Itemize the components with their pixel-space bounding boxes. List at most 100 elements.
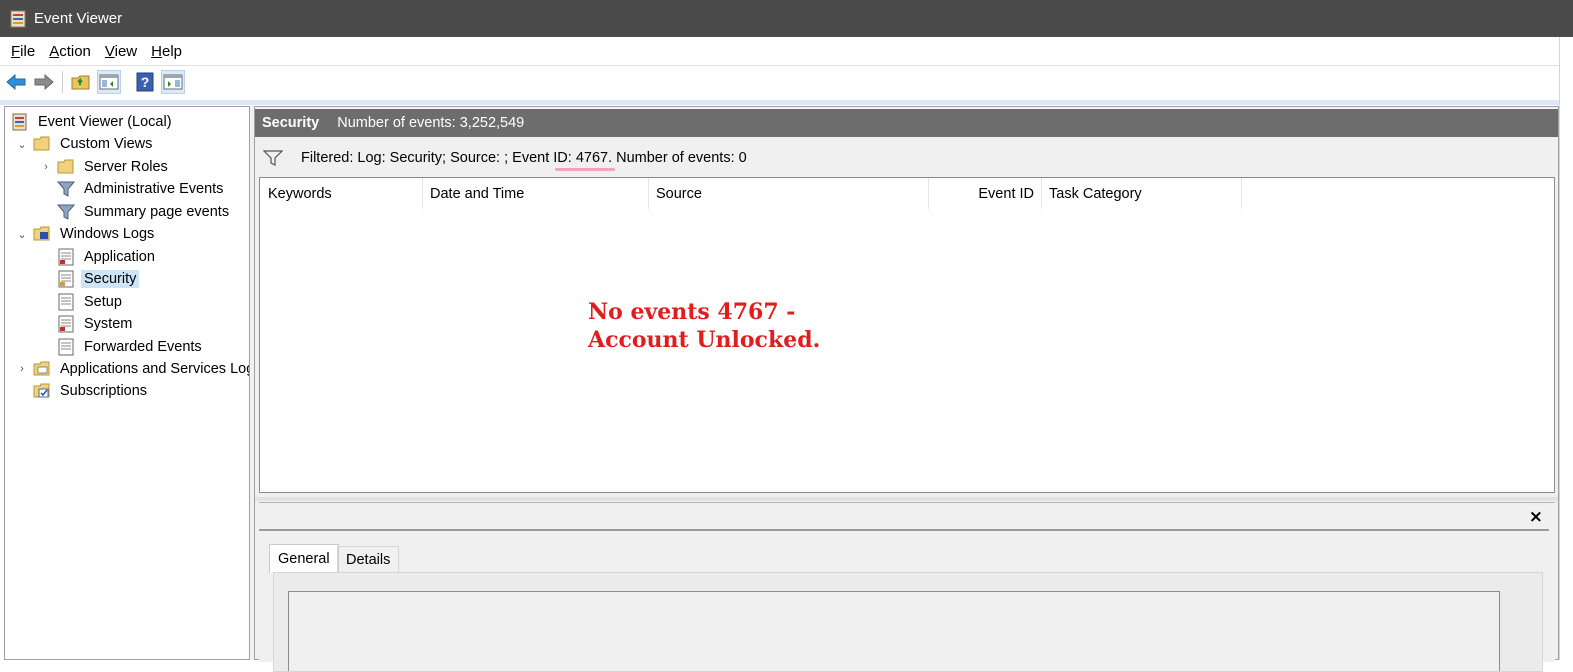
column-label: Date and Time [430, 185, 525, 202]
event-viewer-icon [12, 113, 27, 131]
tree-item-system[interactable]: System [57, 313, 135, 335]
folder-icon [33, 361, 50, 376]
tree-item-application[interactable]: Application [57, 246, 158, 268]
tree-item-custom-views[interactable]: ⌄ Custom Views [15, 133, 155, 155]
tree-label: Windows Logs [60, 226, 155, 242]
filter-description: Filtered: Log: Security; Source: ; Event… [301, 150, 747, 166]
annotation-line: No events 4767 - [588, 299, 796, 325]
log-icon [58, 270, 74, 288]
tree-label: Custom Views [60, 136, 153, 152]
tree-label: Application [84, 249, 155, 265]
chevron-down-icon[interactable]: ⌄ [15, 138, 29, 151]
menu-action[interactable]: Action [42, 43, 98, 60]
open-folder-icon [71, 75, 90, 89]
filter-funnel-icon [57, 204, 75, 220]
tree-label: Summary page events [84, 204, 230, 220]
menu-view[interactable]: View [98, 43, 144, 60]
tab-general[interactable]: General [269, 544, 339, 573]
subscriptions-icon [33, 383, 50, 398]
log-icon [58, 248, 74, 266]
column-task-category[interactable]: Task Category [1042, 178, 1242, 209]
tree-item-summary-page-events[interactable]: Summary page events [57, 201, 232, 223]
window-title: Event Viewer [34, 10, 123, 27]
forward-button[interactable] [32, 70, 56, 94]
window-right-edge [1559, 37, 1573, 660]
highlight-underline [555, 168, 615, 171]
svg-text:?: ? [141, 74, 150, 90]
back-arrow-icon [6, 73, 26, 90]
tree-item-setup[interactable]: Setup [57, 291, 125, 313]
tree-label: Applications and Services Logs [60, 361, 250, 377]
tree-label: Administrative Events [84, 181, 224, 197]
annotation-line: Account Unlocked. [588, 327, 821, 353]
log-icon [58, 315, 74, 333]
filter-funnel-icon [57, 181, 75, 197]
event-viewer-app-icon [10, 10, 26, 27]
toolbar-separator [62, 70, 63, 93]
tree-item-forwarded-events[interactable]: Forwarded Events [57, 336, 205, 358]
tab-content [273, 572, 1543, 672]
tree-label: Subscriptions [60, 383, 148, 399]
filter-bar: Filtered: Log: Security; Source: ; Event… [255, 141, 1558, 175]
chevron-right-icon[interactable]: › [15, 363, 29, 375]
column-label: Task Category [1049, 185, 1142, 202]
event-count: Number of events: 3,252,549 [337, 115, 525, 131]
toolbar-divider [0, 100, 1573, 105]
menu-bar: File Action View Help [0, 37, 1573, 65]
tree-label: Server Roles [84, 159, 168, 175]
events-list[interactable]: Keywords Date and Time Source Event ID T… [259, 177, 1555, 493]
tree-item-server-roles[interactable]: › Server Roles [39, 156, 171, 178]
menu-file[interactable]: File [4, 43, 42, 60]
column-label: Source [656, 185, 702, 202]
show-hide-console-tree-button[interactable] [97, 69, 121, 94]
column-source[interactable]: Source [649, 178, 929, 209]
preview-divider [259, 529, 1549, 531]
main-panel: Security Number of events: 3,252,549 Fil… [254, 106, 1559, 672]
log-icon [58, 293, 74, 311]
tree-label: Security [81, 270, 140, 288]
tree-item-security[interactable]: Security [57, 268, 140, 290]
show-hide-console-tree-icon [99, 74, 119, 89]
tab-label: General [278, 551, 330, 567]
show-hide-action-pane-button[interactable] [161, 69, 185, 94]
tree-item-event-viewer-local[interactable]: Event Viewer (Local) [11, 111, 175, 133]
column-label: Event ID [978, 185, 1034, 202]
tree-label: Forwarded Events [84, 339, 202, 355]
title-bar: Event Viewer [0, 0, 1573, 37]
log-icon [58, 338, 74, 356]
event-description-box[interactable] [288, 591, 1500, 671]
log-title: Security [262, 115, 320, 131]
filter-funnel-icon [263, 150, 283, 166]
tree-label: Setup [84, 294, 122, 310]
tree-label: Event Viewer (Local) [38, 114, 172, 130]
preview-splitter[interactable] [255, 497, 1558, 501]
folder-icon [57, 159, 74, 174]
column-event-id[interactable]: Event ID [929, 178, 1042, 209]
windows-logs-folder-icon [33, 226, 50, 241]
toolbar: ? [0, 65, 1573, 97]
console-tree: Event Viewer (Local) ⌄ Custom Views › Se… [4, 106, 250, 660]
chevron-right-icon[interactable]: › [39, 161, 53, 173]
tree-label: System [84, 316, 133, 332]
folder-icon [33, 136, 50, 151]
log-header: Security Number of events: 3,252,549 [255, 109, 1558, 137]
show-hide-action-pane-icon [163, 74, 183, 89]
close-icon[interactable]: × [1529, 507, 1543, 527]
menu-help[interactable]: Help [144, 43, 189, 60]
up-folder-button[interactable] [69, 70, 93, 94]
help-button[interactable]: ? [133, 70, 157, 94]
tree-item-administrative-events[interactable]: Administrative Events [57, 178, 226, 200]
column-keywords[interactable]: Keywords [260, 178, 423, 209]
tab-label: Details [346, 551, 391, 568]
annotation-note: No events 4767 - Account Unlocked. [588, 298, 820, 354]
tab-details[interactable]: Details [337, 546, 400, 572]
forward-arrow-icon [34, 73, 54, 90]
column-label: Keywords [268, 185, 332, 202]
column-date-and-time[interactable]: Date and Time [423, 178, 649, 209]
back-button[interactable] [4, 70, 28, 94]
event-preview-pane: × General Details [259, 502, 1555, 672]
tree-item-applications-and-services-logs[interactable]: › Applications and Services Logs [15, 358, 250, 380]
chevron-down-icon[interactable]: ⌄ [15, 228, 29, 241]
tree-item-subscriptions[interactable]: Subscriptions [33, 380, 150, 402]
tree-item-windows-logs[interactable]: ⌄ Windows Logs [15, 223, 157, 245]
